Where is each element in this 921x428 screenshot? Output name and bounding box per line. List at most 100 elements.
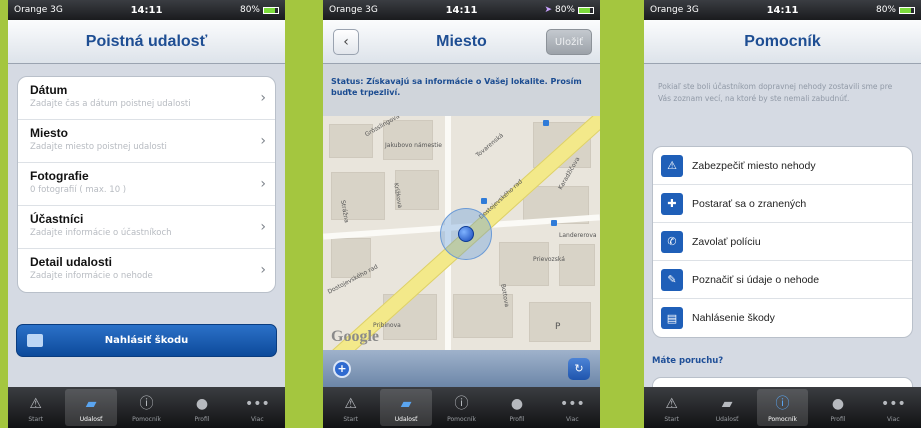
report-damage-label: Nahlásiť škodu [104,335,189,346]
save-button[interactable]: Uložiť [546,29,592,55]
row-title: Miesto [30,126,69,140]
warning-icon: ⚠ [661,154,683,177]
warning-triangle-icon: ⚠ [29,396,42,412]
row-place[interactable]: Miesto Zadajte miesto poistnej udalosti … [18,120,275,163]
tab-more[interactable]: ••• Viac [547,389,598,426]
map-street-label: Jakubovo námestie [385,142,442,149]
map-block [331,172,385,220]
map-street-label: Tovarenská [474,132,505,159]
row-date[interactable]: Dátum Zadajte čas a dátum poistnej udalo… [18,77,275,120]
info-circle-icon: ⓘ [775,396,790,412]
add-button[interactable]: + [333,359,351,378]
row-event-detail[interactable]: Detail udalosti Zadajte informácie o neh… [18,249,275,292]
help-item-label: Poznačiť si údaje o nehode [692,273,820,286]
tab-event[interactable]: ▰ Udalosť [380,389,432,426]
map-poi-pin [481,198,487,204]
tab-help[interactable]: ⓘ Pomocník [436,389,487,426]
help-item-label: Zabezpečiť miesto nehody [692,159,816,172]
battery-icon [263,6,279,14]
row-title: Fotografie [30,169,89,183]
tab-event[interactable]: ▰ Udalosť [701,389,752,426]
tab-profile[interactable]: ● Profil [812,389,863,426]
tab-bar: ⚠ Start ▰ Udalosť ⓘ Pomocník ● Profil ••• Via… [8,387,285,428]
folder-icon: ▰ [721,396,733,412]
map-toolbar: + ↻ [323,350,600,387]
tab-event[interactable]: ▰ Udalosť [65,389,117,426]
nav-bar: Pomocník [644,20,921,64]
person-icon: ● [195,396,209,412]
folder-icon [27,334,43,347]
nav-bar: ‹ Miesto Uložiť [323,20,600,64]
row-subtitle: Zadajte miesto poistnej udalosti [30,142,167,152]
breakdown-heading: Máte poruchu? [652,356,724,366]
map-poi-pin [551,220,557,226]
row-title: Účastníci [30,212,84,226]
tab-profile[interactable]: ● Profil [176,389,227,426]
person-icon: ● [831,396,845,412]
report-damage-button[interactable]: Nahlásiť škodu [16,324,277,357]
status-bar: Orange 3G 14:11 ➤ 80% [323,0,600,20]
clock: 14:11 [445,4,478,16]
help-item-label: Nahlásenie škody [692,312,775,324]
tab-more[interactable]: ••• Viac [868,389,919,426]
status-bar: Orange 3G 14:11 80% [8,0,285,20]
google-logo: Google [331,328,379,345]
back-button[interactable]: ‹ [333,29,359,55]
status-bar: Orange 3G 14:11 80% [644,0,921,20]
first-aid-icon: ✚ [661,192,683,215]
map-parking-label: P [555,322,561,332]
tab-bar: ⚠ Start ▰ Udalosť ⓘ Pomocník ● Profil ••• Via… [323,387,600,428]
help-item-secure-site[interactable]: ⚠ Zabezpečiť miesto nehody [653,147,912,185]
refresh-button[interactable]: ↻ [568,357,590,380]
row-subtitle: 0 fotografií ( max. 10 ) [30,185,127,195]
help-item-label: Zavolať políciu [692,235,761,248]
map-street-label: Prievozská [533,256,565,263]
map-view[interactable]: Jakubovo námestie Tovarenská Grösslingov… [323,116,600,350]
note-icon: ✎ [661,268,683,291]
help-item-call-police[interactable]: ✆ Zavolať políciu [653,223,912,261]
tab-help[interactable]: ⓘ Pomocník [121,389,172,426]
more-dots-icon: ••• [244,396,270,412]
chevron-right-icon: › [260,219,266,235]
help-item-label: Postarať sa o zranených [692,197,807,210]
screen-location: Orange 3G 14:11 ➤ 80% ‹ Miesto Uložiť Sta… [323,0,600,428]
map-poi-pin [543,120,549,126]
row-subtitle: Zadajte čas a dátum poistnej udalosti [30,99,191,109]
chevron-right-icon: › [260,176,266,192]
clock: 14:11 [766,4,799,16]
page-title: Miesto [436,32,487,50]
screen-help: Orange 3G 14:11 80% Pomocník Pokiaľ ste … [644,0,921,428]
tab-start[interactable]: ⚠ Start [325,389,376,426]
info-circle-icon: ⓘ [139,396,154,412]
tab-help[interactable]: ⓘ Pomocník [756,389,809,426]
event-form-list: Dátum Zadajte čas a dátum poistnej udalo… [17,76,276,293]
tab-start[interactable]: ⚠ Start [10,389,61,426]
row-subtitle: Zadajte informácie o účastníkoch [30,228,172,238]
page-title: Pomocník [744,32,821,50]
chevron-right-icon: › [260,90,266,106]
warning-triangle-icon: ⚠ [344,396,357,412]
page-title: Poistná udalosť [85,32,208,50]
row-photos[interactable]: Fotografie 0 fotografií ( max. 10 ) › [18,163,275,206]
screen-insurance-event: Orange 3G 14:11 80% Poistná udalosť Dátu… [8,0,285,428]
more-dots-icon: ••• [559,396,585,412]
help-item-report-damage[interactable]: ▤ Nahlásenie škody [653,299,912,337]
row-participants[interactable]: Účastníci Zadajte informácie o účastníko… [18,206,275,249]
tab-start[interactable]: ⚠ Start [646,389,697,426]
battery-icon [899,6,915,14]
current-location-dot [458,226,474,242]
more-dots-icon: ••• [880,396,906,412]
map-block [329,124,373,158]
help-checklist: ⚠ Zabezpečiť miesto nehody ✚ Postarať sa… [652,146,913,338]
battery-icon [578,6,594,14]
help-item-injured[interactable]: ✚ Postarať sa o zranených [653,185,912,223]
warning-triangle-icon: ⚠ [665,396,678,412]
folder-icon: ▰ [400,396,412,412]
map-block [383,120,433,160]
row-subtitle: Zadajte informácie o nehode [30,271,153,281]
tab-profile[interactable]: ● Profil [491,389,542,426]
map-block [559,244,595,286]
tab-more[interactable]: ••• Viac [232,389,283,426]
map-block [499,242,549,286]
help-item-note-details[interactable]: ✎ Poznačiť si údaje o nehode [653,261,912,299]
